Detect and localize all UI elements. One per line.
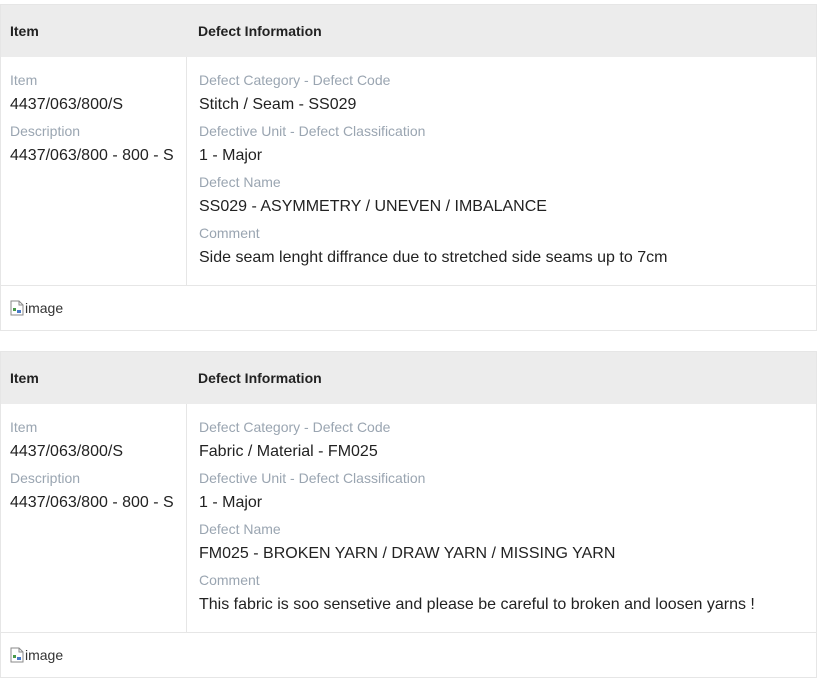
item-value: 4437/063/800/S — [10, 96, 123, 113]
defect-info-column-header: Defect Information — [198, 370, 322, 386]
defect-info-cell: Defect Category - Defect Code Fabric / M… — [187, 404, 816, 632]
defective-unit-label: Defective Unit - Defect Classification — [199, 123, 426, 139]
defect-category-value: Fabric / Material - FM025 — [199, 443, 378, 460]
comment-value: Side seam lenght diffrance due to stretc… — [199, 249, 668, 266]
defect-name-label: Defect Name — [199, 521, 281, 537]
defect-table: Item Defect Information Item 4437/063/80… — [0, 351, 817, 678]
item-cell: Item 4437/063/800/S Description 4437/063… — [1, 57, 187, 285]
broken-image-icon — [10, 300, 24, 316]
defect-category-value: Stitch / Seam - SS029 — [199, 96, 357, 113]
item-column-header: Item — [10, 23, 39, 39]
description-label: Description — [10, 123, 81, 139]
description-value: 4437/063/800 - 800 - S — [10, 147, 174, 164]
description-label: Description — [10, 470, 81, 486]
item-label: Item — [10, 419, 38, 435]
defect-image[interactable]: image — [10, 300, 63, 316]
defective-unit-value: 1 - Major — [199, 494, 263, 511]
comment-label: Comment — [199, 572, 260, 588]
defect-category-label: Defect Category - Defect Code — [199, 419, 391, 435]
defect-name-value: FM025 - BROKEN YARN / DRAW YARN / MISSIN… — [199, 545, 616, 562]
defective-unit-value: 1 - Major — [199, 147, 263, 164]
defective-unit-label: Defective Unit - Defect Classification — [199, 470, 426, 486]
table-header: Item Defect Information — [1, 352, 816, 404]
table-header: Item Defect Information — [1, 5, 816, 57]
defect-image[interactable]: image — [10, 647, 63, 663]
image-row: image — [1, 633, 816, 677]
image-row: image — [1, 286, 816, 330]
defect-list: Item Defect Information Item 4437/063/80… — [0, 0, 824, 678]
table-row: Item 4437/063/800/S Description 4437/063… — [1, 57, 816, 286]
table-row: Item 4437/063/800/S Description 4437/063… — [1, 404, 816, 633]
comment-value: This fabric is soo sensetive and please … — [199, 596, 755, 613]
defect-name-value: SS029 - ASYMMETRY / UNEVEN / IMBALANCE — [199, 198, 547, 215]
defect-name-label: Defect Name — [199, 174, 281, 190]
defect-info-cell: Defect Category - Defect Code Stitch / S… — [187, 57, 816, 285]
defect-info-column-header: Defect Information — [198, 23, 322, 39]
defect-category-label: Defect Category - Defect Code — [199, 72, 391, 88]
comment-label: Comment — [199, 225, 260, 241]
description-value: 4437/063/800 - 800 - S — [10, 494, 174, 511]
image-alt-text: image — [25, 300, 64, 316]
item-cell: Item 4437/063/800/S Description 4437/063… — [1, 404, 187, 632]
item-value: 4437/063/800/S — [10, 443, 123, 460]
broken-image-icon — [10, 647, 24, 663]
defect-table: Item Defect Information Item 4437/063/80… — [0, 4, 817, 331]
image-alt-text: image — [25, 647, 64, 663]
item-column-header: Item — [10, 370, 39, 386]
item-label: Item — [10, 72, 38, 88]
